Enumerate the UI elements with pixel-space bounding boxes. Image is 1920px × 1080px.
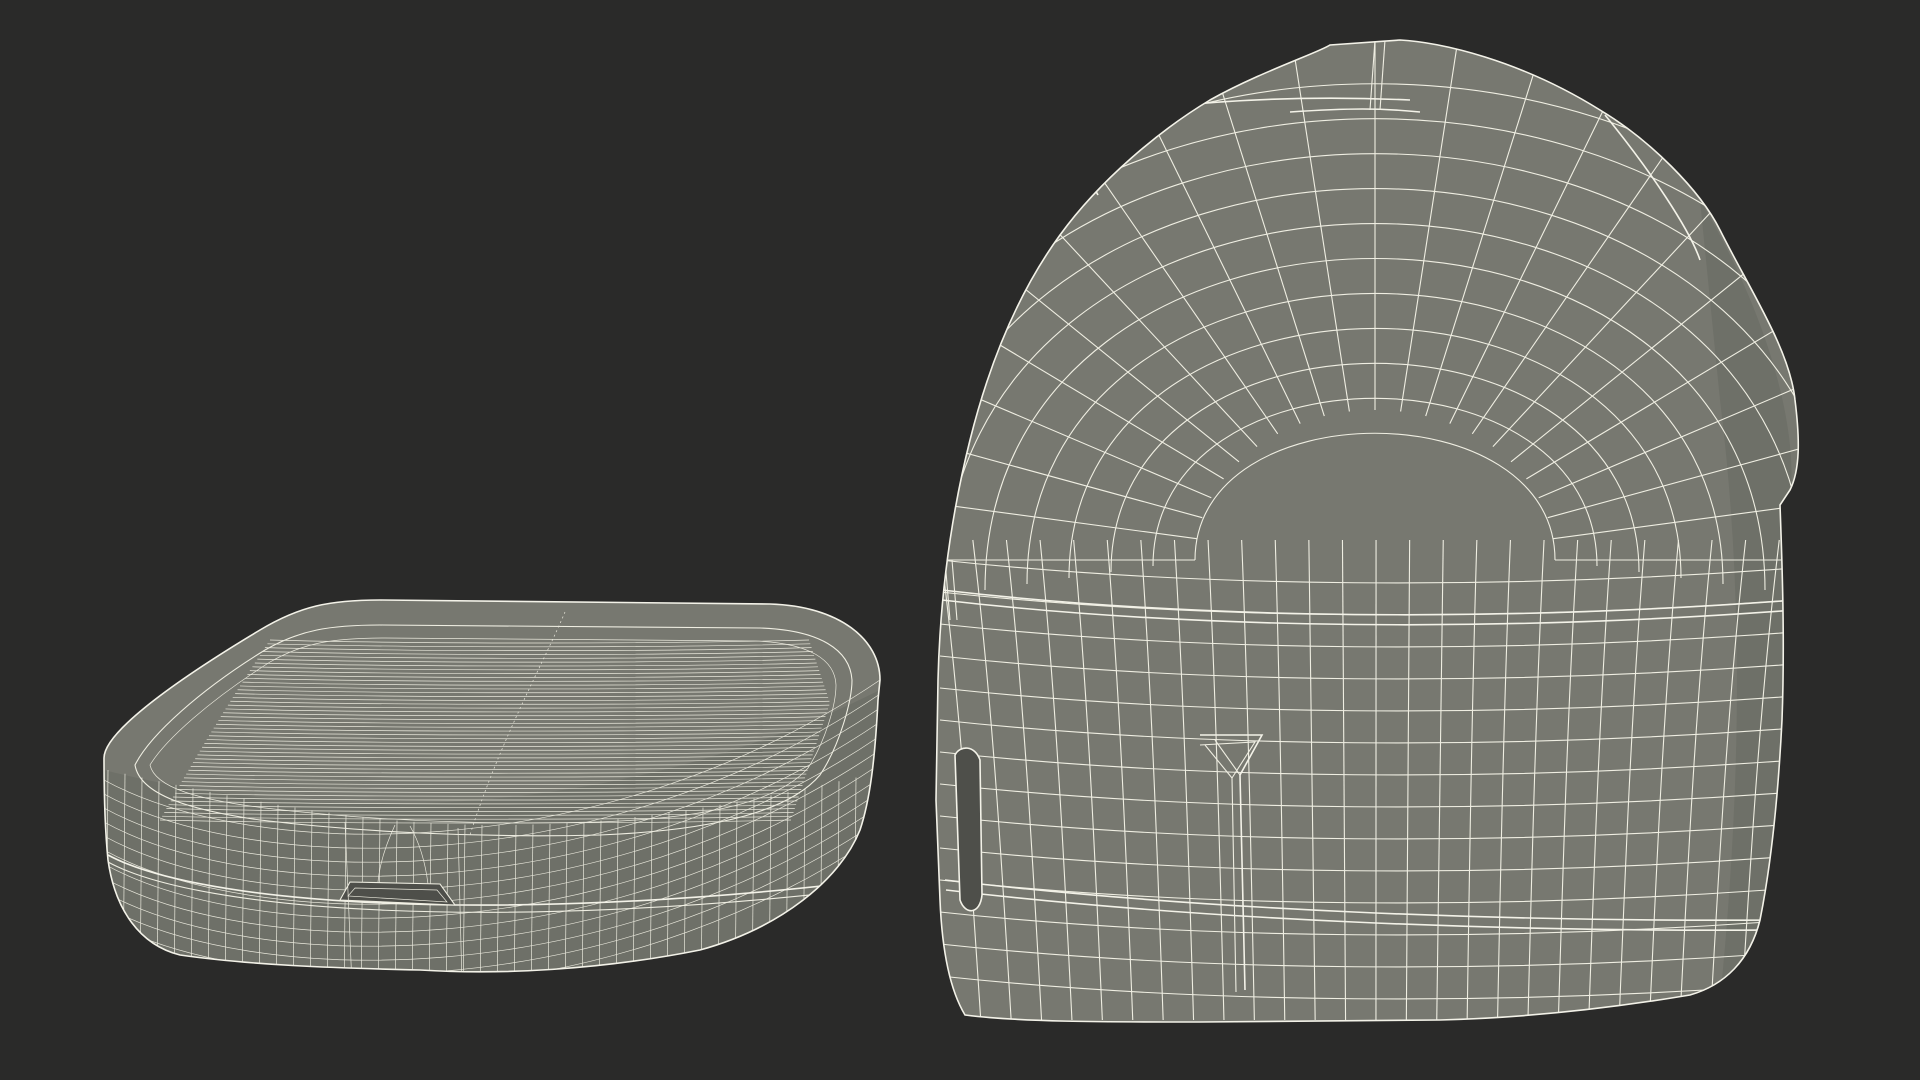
charging-case-body (935, 39, 1800, 1023)
render-viewport (0, 0, 1920, 1080)
wireframe-render (103, 39, 1800, 1023)
charging-case-lid (103, 599, 881, 973)
